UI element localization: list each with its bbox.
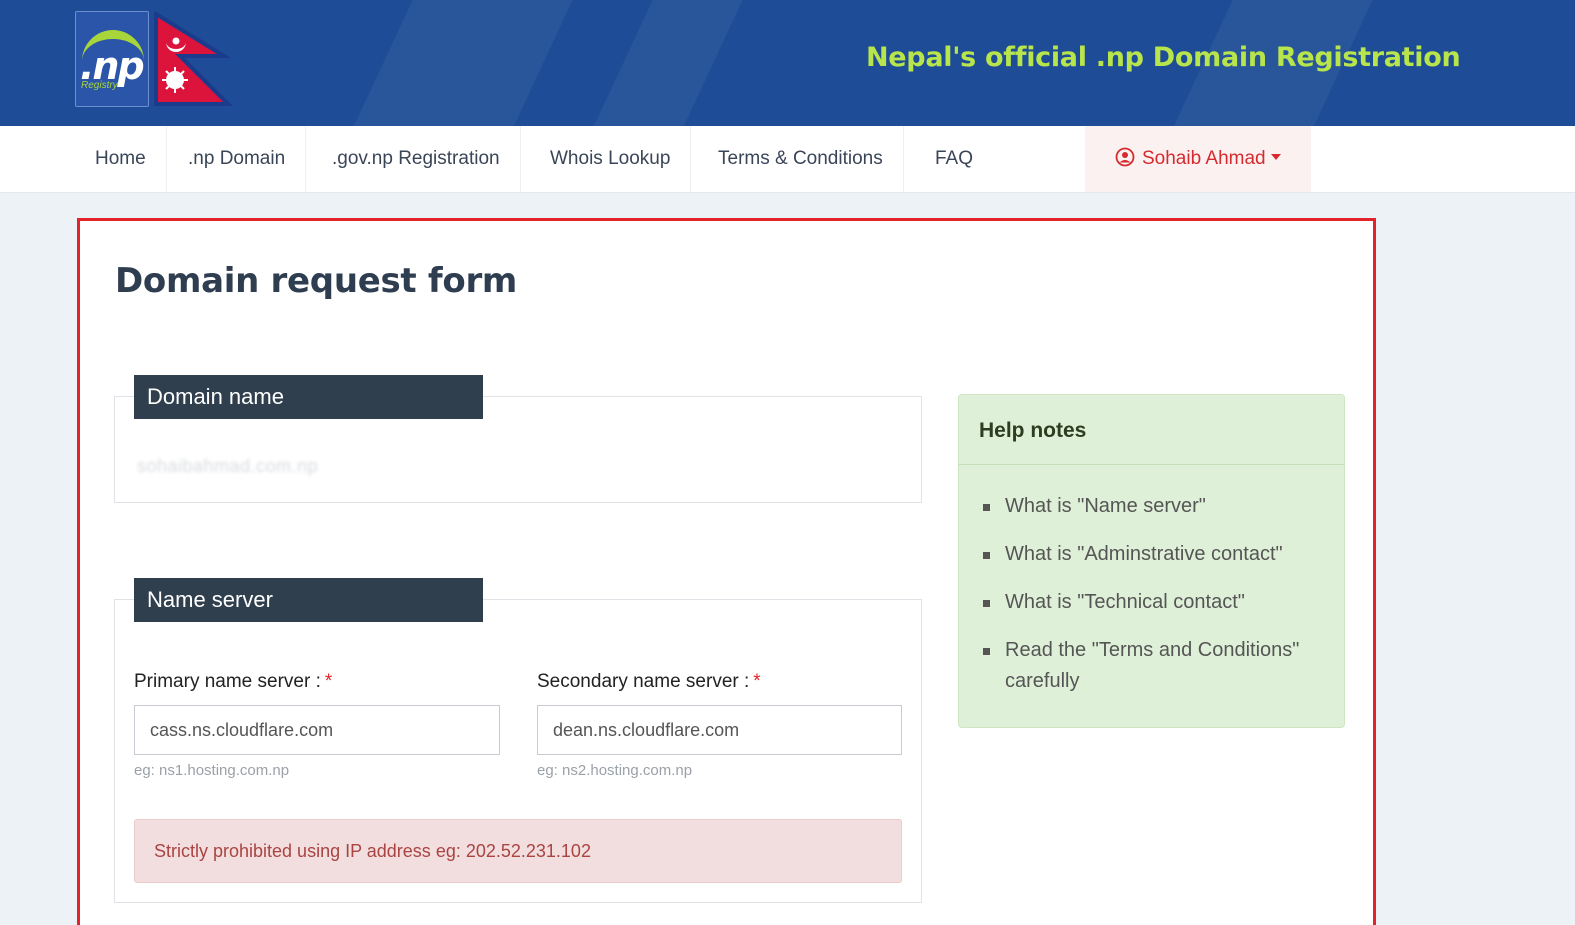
help-notes-panel: Help notes What is "Name server" What is… xyxy=(958,394,1345,728)
user-circle-icon xyxy=(1115,147,1135,167)
primary-ns-label-text: Primary name server : xyxy=(134,671,321,692)
required-marker: * xyxy=(324,671,333,692)
domain-name-legend: Domain name xyxy=(134,375,483,419)
help-item-terms[interactable]: Read the "Terms and Conditions" carefull… xyxy=(983,635,1328,697)
primary-ns-input[interactable] xyxy=(134,705,500,755)
name-server-legend: Name server xyxy=(134,578,483,622)
np-registry-logo[interactable]: .np Registry xyxy=(75,11,149,107)
caret-down-icon xyxy=(1270,153,1281,160)
help-notes-header: Help notes xyxy=(959,395,1344,465)
nav-whois-lookup[interactable]: Whois Lookup xyxy=(530,126,692,192)
help-notes-list: What is "Name server" What is "Adminstra… xyxy=(983,491,1328,714)
nav-home[interactable]: Home xyxy=(75,126,167,192)
help-item-name-server[interactable]: What is "Name server" xyxy=(983,491,1328,522)
primary-ns-label: Primary name server : * xyxy=(134,671,332,693)
help-notes-title: Help notes xyxy=(979,419,1087,442)
secondary-ns-input[interactable] xyxy=(537,705,902,755)
nepal-flag-icon xyxy=(154,12,233,106)
site-title: Nepal's official .np Domain Registration xyxy=(866,42,1461,73)
secondary-ns-label-text: Secondary name server : xyxy=(537,671,750,692)
help-item-administrative-contact[interactable]: What is "Adminstrative contact" xyxy=(983,539,1328,570)
header-banner: .np Registry Nepal's official .np Domain… xyxy=(0,0,1575,126)
nav-terms-conditions[interactable]: Terms & Conditions xyxy=(698,126,904,192)
user-menu-dropdown[interactable]: Sohaib Ahmad xyxy=(1085,126,1311,192)
nav-np-domain[interactable]: .np Domain xyxy=(168,126,307,192)
page-title: Domain request form xyxy=(115,261,518,301)
ip-warning-alert: Strictly prohibited using IP address eg:… xyxy=(134,819,902,883)
logo-subtext: Registry xyxy=(81,80,118,91)
secondary-ns-hint: eg: ns2.hosting.com.np xyxy=(537,762,693,779)
domain-name-value: sohaibahmad.com.np xyxy=(137,456,319,476)
secondary-ns-label: Secondary name server : * xyxy=(537,671,761,693)
nav-faq[interactable]: FAQ xyxy=(915,126,993,192)
nav-gov-np-registration[interactable]: .gov.np Registration xyxy=(312,126,521,192)
user-name: Sohaib Ahmad xyxy=(1142,148,1266,169)
required-marker: * xyxy=(753,671,761,692)
main-navbar: Home .np Domain .gov.np Registration Who… xyxy=(0,126,1575,193)
help-item-technical-contact[interactable]: What is "Technical contact" xyxy=(983,587,1328,618)
primary-ns-hint: eg: ns1.hosting.com.np xyxy=(134,762,290,779)
